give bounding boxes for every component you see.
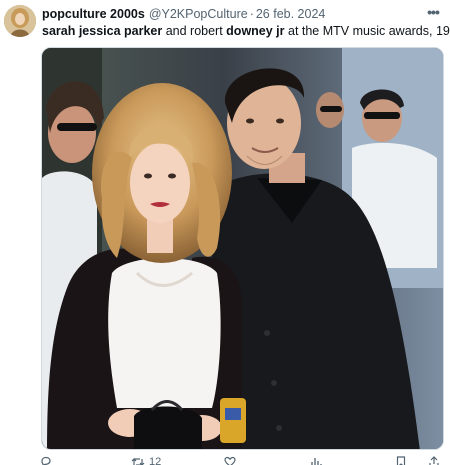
tweet-text-part3: downey jr <box>226 24 285 38</box>
retweet-count: 12 <box>149 456 162 465</box>
user-handle[interactable]: @Y2KPopCulture <box>149 6 248 22</box>
bookmark-icon <box>396 456 406 465</box>
reply-icon <box>41 456 51 465</box>
tweet-text-part4: at the MTV music awards, 1990. <box>284 24 450 38</box>
tweet: popculture 2000s @Y2KPopCulture · 26 feb… <box>0 0 450 465</box>
display-name[interactable]: popculture 2000s <box>42 6 145 22</box>
like-icon <box>224 456 236 465</box>
tweet-text-part2: and robert <box>162 24 227 38</box>
tweet-header: popculture 2000s @Y2KPopCulture · 26 feb… <box>42 6 426 22</box>
reply-button[interactable] <box>40 456 56 465</box>
share-icon <box>429 456 439 465</box>
avatar-image <box>4 5 36 37</box>
timestamp[interactable]: 26 feb. 2024 <box>256 6 326 22</box>
more-icon[interactable]: ••• <box>424 4 442 20</box>
retweet-icon <box>131 458 145 465</box>
views-button[interactable] <box>310 456 326 465</box>
tweet-text: sarah jessica parker and robert downey j… <box>42 23 450 39</box>
share-button[interactable] <box>428 456 440 465</box>
views-icon <box>311 458 322 465</box>
retweet-button[interactable]: 12 <box>131 456 161 465</box>
tweet-photo[interactable] <box>41 47 444 450</box>
separator-dot: · <box>249 7 254 21</box>
avatar[interactable] <box>4 5 36 37</box>
tweet-text-part1: sarah jessica parker <box>42 24 163 38</box>
photo-image <box>42 48 443 449</box>
tweet-actions: 12 <box>36 456 446 465</box>
bookmark-button[interactable] <box>396 456 406 465</box>
like-button[interactable] <box>224 456 240 465</box>
